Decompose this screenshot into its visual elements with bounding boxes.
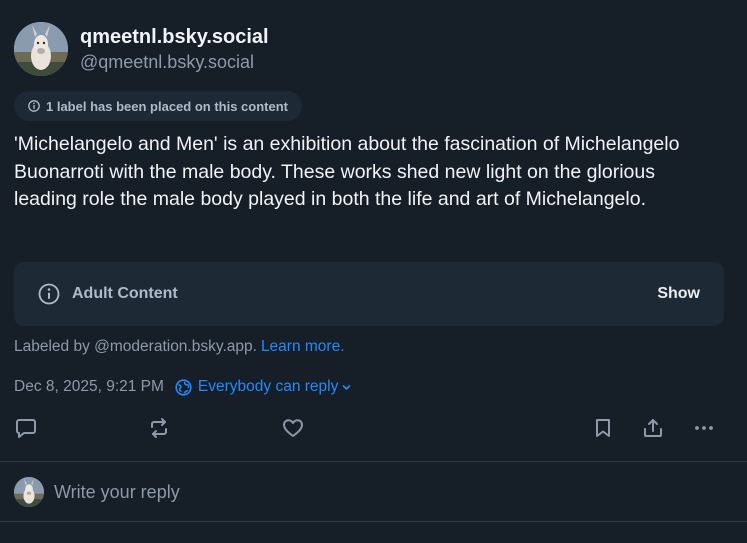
chevron-down-icon <box>342 383 351 392</box>
reply-icon[interactable] <box>13 415 39 441</box>
reply-prompt[interactable]: Write your reply <box>0 463 747 521</box>
label-notice-button[interactable]: 1 label has been placed on this content <box>14 91 302 121</box>
author-avatar[interactable] <box>14 22 68 76</box>
learn-more-link[interactable]: Learn more. <box>261 338 345 355</box>
post-text: 'Michelangelo and Men' is an exhibition … <box>14 133 680 210</box>
globe-icon <box>175 378 192 396</box>
content-warning-title: Adult Content <box>72 285 178 302</box>
donkey-avatar-image <box>14 477 44 507</box>
info-icon <box>28 100 40 112</box>
post-timestamp[interactable]: Dec 8, 2025, 9:21 PM <box>14 378 164 396</box>
reply-settings-label: Everybody can reply <box>197 378 339 395</box>
author-handle[interactable]: @qmeetnl.bsky.social <box>80 50 269 74</box>
divider <box>0 461 747 462</box>
author-names: qmeetnl.bsky.social @qmeetnl.bsky.social <box>80 24 269 74</box>
post-actions <box>0 412 747 444</box>
post-thread-item: qmeetnl.bsky.social @qmeetnl.bsky.social… <box>0 0 747 462</box>
divider <box>0 521 747 522</box>
labeled-by-text: Labeled by @moderation.bsky.app. <box>14 338 257 355</box>
more-icon[interactable] <box>691 415 717 441</box>
info-icon <box>38 283 60 305</box>
post-author[interactable]: qmeetnl.bsky.social @qmeetnl.bsky.social <box>14 22 269 76</box>
labeled-by-note: Labeled by @moderation.bsky.app. Learn mo… <box>14 338 345 356</box>
like-icon[interactable] <box>280 415 306 441</box>
content-warning-card[interactable]: Adult Content Show <box>14 262 724 326</box>
donkey-avatar-image <box>14 22 68 76</box>
reply-settings-button[interactable]: Everybody can reply <box>175 378 351 396</box>
share-icon[interactable] <box>640 415 666 441</box>
bookmark-icon[interactable] <box>590 415 616 441</box>
avatar <box>14 477 44 507</box>
repost-icon[interactable] <box>146 415 172 441</box>
show-content-button[interactable]: Show <box>657 285 700 303</box>
post-meta: Dec 8, 2025, 9:21 PM Everybody can reply <box>14 378 351 396</box>
label-notice-text: 1 label has been placed on this content <box>46 98 288 114</box>
author-display-name[interactable]: qmeetnl.bsky.social <box>80 24 269 50</box>
reply-placeholder[interactable]: Write your reply <box>54 482 180 503</box>
